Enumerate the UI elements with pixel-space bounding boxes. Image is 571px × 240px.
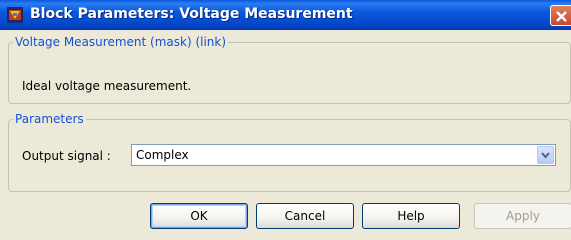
apply-button[interactable]: Apply xyxy=(474,203,571,229)
dropdown-arrow-button[interactable] xyxy=(537,146,554,164)
parameters-group-legend: Parameters xyxy=(15,112,84,126)
chevron-down-icon xyxy=(541,152,550,159)
help-button[interactable]: Help xyxy=(362,203,460,229)
block-parameters-dialog: Block Parameters: Voltage Measurement Vo… xyxy=(0,0,571,240)
ok-button[interactable]: OK xyxy=(150,203,248,229)
title-bar[interactable]: Block Parameters: Voltage Measurement xyxy=(0,0,571,30)
output-signal-value: Complex xyxy=(136,148,189,162)
output-signal-select[interactable]: Complex xyxy=(131,144,556,166)
simulink-block-icon xyxy=(7,7,23,23)
cancel-button[interactable]: Cancel xyxy=(256,203,354,229)
close-button[interactable] xyxy=(550,5,571,26)
output-signal-label: Output signal : xyxy=(22,149,111,163)
mask-description-group: Voltage Measurement (mask) (link) xyxy=(8,35,571,104)
window-title: Block Parameters: Voltage Measurement xyxy=(30,6,353,22)
close-icon xyxy=(556,11,567,22)
mask-group-legend: Voltage Measurement (mask) (link) xyxy=(15,35,227,49)
mask-description-text: Ideal voltage measurement. xyxy=(22,79,192,93)
